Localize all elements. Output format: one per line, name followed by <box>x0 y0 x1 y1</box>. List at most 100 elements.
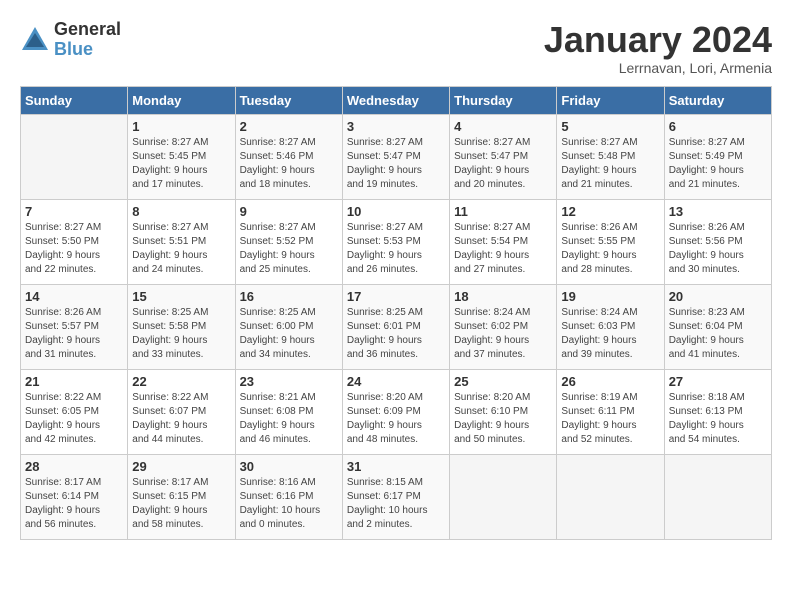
calendar-cell: 19 Sunrise: 8:24 AM Sunset: 6:03 PM Dayli… <box>557 284 664 369</box>
calendar-cell: 29Sunrise: 8:17 AM Sunset: 6:15 PM Dayli… <box>128 454 235 539</box>
header-wednesday: Wednesday <box>342 86 449 114</box>
day-number: 26 <box>561 374 659 389</box>
calendar-cell: 17 Sunrise: 8:25 AM Sunset: 6:01 PM Dayli… <box>342 284 449 369</box>
day-info: Sunrise: 8:26 AM Sunset: 5:55 PM Dayligh… <box>561 221 659 277</box>
calendar-cell: 27 Sunrise: 8:18 AM Sunset: 6:13 PM Dayli… <box>664 369 771 454</box>
calendar-cell <box>664 454 771 539</box>
calendar-cell: 23Sunrise: 8:21 AM Sunset: 6:08 PM Dayli… <box>235 369 342 454</box>
calendar-cell: 16Sunrise: 8:25 AM Sunset: 6:00 PM Dayli… <box>235 284 342 369</box>
logo-icon <box>20 25 50 55</box>
calendar-cell: 4 Sunrise: 8:27 AM Sunset: 5:47 PM Daylig… <box>450 114 557 199</box>
day-number: 14 <box>25 289 123 304</box>
day-number: 25 <box>454 374 552 389</box>
day-info: Sunrise: 8:26 AM Sunset: 5:57 PM Dayligh… <box>25 306 123 362</box>
day-number: 12 <box>561 204 659 219</box>
header-monday: Monday <box>128 86 235 114</box>
day-info: Sunrise: 8:15 AM Sunset: 6:17 PM Dayligh… <box>347 476 445 532</box>
logo: General Blue <box>20 20 121 60</box>
calendar-cell: 5 Sunrise: 8:27 AM Sunset: 5:48 PM Daylig… <box>557 114 664 199</box>
header-thursday: Thursday <box>450 86 557 114</box>
calendar-cell: 24Sunrise: 8:20 AM Sunset: 6:09 PM Dayli… <box>342 369 449 454</box>
calendar-week-row: 7 Sunrise: 8:27 AM Sunset: 5:50 PM Daylig… <box>21 199 772 284</box>
day-number: 17 <box>347 289 445 304</box>
day-number: 2 <box>240 119 338 134</box>
day-info: Sunrise: 8:27 AM Sunset: 5:54 PM Dayligh… <box>454 221 552 277</box>
logo-blue: Blue <box>54 40 121 60</box>
day-info: Sunrise: 8:25 AM Sunset: 6:01 PM Dayligh… <box>347 306 445 362</box>
calendar-cell: 3 Sunrise: 8:27 AM Sunset: 5:47 PM Daylig… <box>342 114 449 199</box>
calendar-cell: 1 Sunrise: 8:27 AM Sunset: 5:45 PM Daylig… <box>128 114 235 199</box>
calendar-cell: 12 Sunrise: 8:26 AM Sunset: 5:55 PM Dayli… <box>557 199 664 284</box>
day-number: 27 <box>669 374 767 389</box>
calendar-cell <box>557 454 664 539</box>
calendar-cell: 9 Sunrise: 8:27 AM Sunset: 5:52 PM Daylig… <box>235 199 342 284</box>
day-number: 5 <box>561 119 659 134</box>
calendar-cell: 21 Sunrise: 8:22 AM Sunset: 6:05 PM Dayli… <box>21 369 128 454</box>
calendar-cell: 15 Sunrise: 8:25 AM Sunset: 5:58 PM Dayli… <box>128 284 235 369</box>
day-info: Sunrise: 8:20 AM Sunset: 6:09 PM Dayligh… <box>347 391 445 447</box>
calendar-cell: 18Sunrise: 8:24 AM Sunset: 6:02 PM Dayli… <box>450 284 557 369</box>
day-info: Sunrise: 8:27 AM Sunset: 5:52 PM Dayligh… <box>240 221 338 277</box>
calendar-cell: 28Sunrise: 8:17 AM Sunset: 6:14 PM Dayli… <box>21 454 128 539</box>
calendar-table: SundayMondayTuesdayWednesdayThursdayFrid… <box>20 86 772 540</box>
day-number: 21 <box>25 374 123 389</box>
calendar-cell: 14 Sunrise: 8:26 AM Sunset: 5:57 PM Dayli… <box>21 284 128 369</box>
day-info: Sunrise: 8:25 AM Sunset: 5:58 PM Dayligh… <box>132 306 230 362</box>
day-number: 23 <box>240 374 338 389</box>
calendar-cell: 26 Sunrise: 8:19 AM Sunset: 6:11 PM Dayli… <box>557 369 664 454</box>
day-number: 10 <box>347 204 445 219</box>
day-number: 7 <box>25 204 123 219</box>
day-number: 9 <box>240 204 338 219</box>
day-number: 3 <box>347 119 445 134</box>
day-info: Sunrise: 8:27 AM Sunset: 5:51 PM Dayligh… <box>132 221 230 277</box>
calendar-week-row: 21 Sunrise: 8:22 AM Sunset: 6:05 PM Dayli… <box>21 369 772 454</box>
calendar-cell: 13 Sunrise: 8:26 AM Sunset: 5:56 PM Dayli… <box>664 199 771 284</box>
header-tuesday: Tuesday <box>235 86 342 114</box>
calendar-header-row: SundayMondayTuesdayWednesdayThursdayFrid… <box>21 86 772 114</box>
day-number: 31 <box>347 459 445 474</box>
day-info: Sunrise: 8:18 AM Sunset: 6:13 PM Dayligh… <box>669 391 767 447</box>
day-number: 18 <box>454 289 552 304</box>
day-info: Sunrise: 8:27 AM Sunset: 5:47 PM Dayligh… <box>454 136 552 192</box>
day-number: 19 <box>561 289 659 304</box>
calendar-cell <box>21 114 128 199</box>
day-info: Sunrise: 8:24 AM Sunset: 6:03 PM Dayligh… <box>561 306 659 362</box>
calendar-week-row: 1 Sunrise: 8:27 AM Sunset: 5:45 PM Daylig… <box>21 114 772 199</box>
day-info: Sunrise: 8:19 AM Sunset: 6:11 PM Dayligh… <box>561 391 659 447</box>
day-info: Sunrise: 8:23 AM Sunset: 6:04 PM Dayligh… <box>669 306 767 362</box>
calendar-cell: 2Sunrise: 8:27 AM Sunset: 5:46 PM Daylig… <box>235 114 342 199</box>
day-info: Sunrise: 8:20 AM Sunset: 6:10 PM Dayligh… <box>454 391 552 447</box>
day-info: Sunrise: 8:25 AM Sunset: 6:00 PM Dayligh… <box>240 306 338 362</box>
calendar-cell: 30 Sunrise: 8:16 AM Sunset: 6:16 PM Dayli… <box>235 454 342 539</box>
day-number: 30 <box>240 459 338 474</box>
day-number: 29 <box>132 459 230 474</box>
calendar-cell: 6Sunrise: 8:27 AM Sunset: 5:49 PM Daylig… <box>664 114 771 199</box>
location-subtitle: Lerrnavan, Lori, Armenia <box>544 60 772 76</box>
day-info: Sunrise: 8:27 AM Sunset: 5:53 PM Dayligh… <box>347 221 445 277</box>
calendar-week-row: 14 Sunrise: 8:26 AM Sunset: 5:57 PM Dayli… <box>21 284 772 369</box>
calendar-cell: 22Sunrise: 8:22 AM Sunset: 6:07 PM Dayli… <box>128 369 235 454</box>
day-info: Sunrise: 8:27 AM Sunset: 5:48 PM Dayligh… <box>561 136 659 192</box>
day-number: 1 <box>132 119 230 134</box>
calendar-week-row: 28Sunrise: 8:17 AM Sunset: 6:14 PM Dayli… <box>21 454 772 539</box>
day-number: 15 <box>132 289 230 304</box>
day-info: Sunrise: 8:17 AM Sunset: 6:14 PM Dayligh… <box>25 476 123 532</box>
page-header: General Blue January 2024 Lerrnavan, Lor… <box>20 20 772 76</box>
day-info: Sunrise: 8:27 AM Sunset: 5:45 PM Dayligh… <box>132 136 230 192</box>
calendar-cell: 7 Sunrise: 8:27 AM Sunset: 5:50 PM Daylig… <box>21 199 128 284</box>
calendar-cell: 31 Sunrise: 8:15 AM Sunset: 6:17 PM Dayli… <box>342 454 449 539</box>
calendar-cell: 20 Sunrise: 8:23 AM Sunset: 6:04 PM Dayli… <box>664 284 771 369</box>
day-number: 13 <box>669 204 767 219</box>
month-title: January 2024 <box>544 20 772 60</box>
day-number: 11 <box>454 204 552 219</box>
day-number: 20 <box>669 289 767 304</box>
header-friday: Friday <box>557 86 664 114</box>
day-number: 4 <box>454 119 552 134</box>
day-info: Sunrise: 8:26 AM Sunset: 5:56 PM Dayligh… <box>669 221 767 277</box>
logo-text: General Blue <box>54 20 121 60</box>
day-info: Sunrise: 8:27 AM Sunset: 5:47 PM Dayligh… <box>347 136 445 192</box>
header-sunday: Sunday <box>21 86 128 114</box>
day-info: Sunrise: 8:16 AM Sunset: 6:16 PM Dayligh… <box>240 476 338 532</box>
day-info: Sunrise: 8:22 AM Sunset: 6:05 PM Dayligh… <box>25 391 123 447</box>
day-info: Sunrise: 8:27 AM Sunset: 5:50 PM Dayligh… <box>25 221 123 277</box>
